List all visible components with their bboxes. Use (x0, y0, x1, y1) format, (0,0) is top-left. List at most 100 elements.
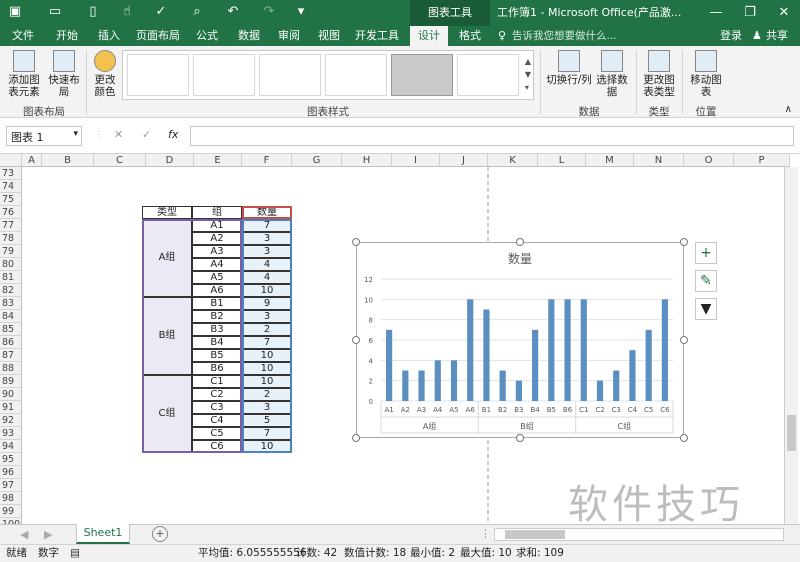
macro-record-icon[interactable]: ▤ (70, 545, 80, 562)
row-header[interactable]: 98 (0, 492, 22, 505)
row-header[interactable]: 74 (0, 180, 22, 193)
gallery-scroll-icon[interactable]: ▲ ▼ ▾ (525, 55, 531, 94)
formula-input[interactable] (190, 126, 794, 146)
quantity-cell[interactable]: 4 (242, 271, 292, 284)
row-header[interactable]: 77 (0, 219, 22, 232)
vertical-scrollbar[interactable] (784, 167, 798, 524)
scrollbar-thumb[interactable] (505, 530, 565, 539)
row-header[interactable]: 80 (0, 258, 22, 271)
row-header[interactable]: 83 (0, 297, 22, 310)
column-header[interactable]: C (94, 154, 146, 167)
row-header[interactable]: 97 (0, 479, 22, 492)
save-icon[interactable]: ▣ (4, 4, 26, 19)
tab-page-layout[interactable]: 页面布局 (134, 26, 182, 46)
row-header[interactable]: 92 (0, 414, 22, 427)
redo-icon[interactable]: ↷ (258, 4, 280, 19)
group-id-cell[interactable]: C6 (192, 440, 242, 453)
tab-developer[interactable]: 开发工具 (352, 26, 402, 46)
quantity-cell[interactable]: 10 (242, 284, 292, 297)
group-id-cell[interactable]: A3 (192, 245, 242, 258)
row-header[interactable]: 93 (0, 427, 22, 440)
column-header[interactable]: L (538, 154, 586, 167)
row-header[interactable]: 79 (0, 245, 22, 258)
row-header[interactable]: 95 (0, 453, 22, 466)
group-id-cell[interactable]: B3 (192, 323, 242, 336)
column-header[interactable]: A (22, 154, 42, 167)
table-header-cell[interactable]: 数量 (242, 206, 292, 219)
chart-style-4[interactable] (325, 54, 387, 96)
select-all-corner[interactable] (0, 154, 22, 167)
row-header[interactable]: 94 (0, 440, 22, 453)
tab-insert[interactable]: 插入 (92, 26, 126, 46)
add-sheet-button[interactable]: + (152, 526, 168, 542)
group-id-cell[interactable]: B4 (192, 336, 242, 349)
chart-style-6[interactable] (457, 54, 519, 96)
touch-mode-icon[interactable]: ☝ (116, 4, 138, 19)
quantity-cell[interactable]: 2 (242, 388, 292, 401)
column-header[interactable]: E (194, 154, 242, 167)
column-header[interactable]: D (146, 154, 194, 167)
change-chart-type-button[interactable]: 更改图表类型 (640, 50, 678, 98)
group-id-cell[interactable]: B5 (192, 349, 242, 362)
login-link[interactable]: 登录 (720, 26, 742, 46)
resize-handle[interactable] (680, 434, 688, 442)
next-sheet-icon[interactable]: ▶ (44, 528, 52, 541)
quantity-cell[interactable]: 7 (242, 427, 292, 440)
quantity-cell[interactable]: 3 (242, 310, 292, 323)
tab-review[interactable]: 审阅 (272, 26, 306, 46)
quantity-cell[interactable]: 10 (242, 349, 292, 362)
column-header[interactable]: G (292, 154, 342, 167)
column-header[interactable]: O (684, 154, 734, 167)
column-header[interactable]: K (488, 154, 538, 167)
column-header[interactable]: F (242, 154, 292, 167)
column-header[interactable]: P (734, 154, 790, 167)
scrollbar-thumb[interactable] (787, 415, 796, 451)
tab-split-icon[interactable]: ⋮ (480, 527, 491, 540)
quick-layout-button[interactable]: 快速布局 (44, 50, 84, 98)
tab-home[interactable]: 开始 (50, 26, 84, 46)
restore-button[interactable]: ❐ (734, 0, 766, 26)
select-data-button[interactable]: 选择数据 (592, 50, 632, 98)
row-header[interactable]: 88 (0, 362, 22, 375)
group-id-cell[interactable]: A1 (192, 219, 242, 232)
column-header[interactable]: J (440, 154, 488, 167)
table-header-cell[interactable]: 类型 (142, 206, 192, 219)
chevron-down-icon[interactable]: ▾ (73, 129, 78, 139)
group-cell[interactable]: B组 (142, 297, 192, 375)
new-icon[interactable]: ▯ (82, 4, 104, 19)
insert-function-icon[interactable]: fx (168, 128, 178, 141)
quantity-cell[interactable]: 5 (242, 414, 292, 427)
quantity-cell[interactable]: 7 (242, 219, 292, 232)
quantity-cell[interactable]: 3 (242, 401, 292, 414)
group-id-cell[interactable]: A6 (192, 284, 242, 297)
row-header[interactable]: 81 (0, 271, 22, 284)
group-cell[interactable]: C组 (142, 375, 192, 453)
resize-handle[interactable] (516, 434, 524, 442)
row-header[interactable]: 82 (0, 284, 22, 297)
cancel-icon[interactable]: ✕ (114, 128, 123, 141)
group-cell[interactable]: A组 (142, 219, 192, 297)
tab-format[interactable]: 格式 (452, 26, 488, 46)
undo-icon[interactable]: ↶ (222, 4, 244, 19)
chart-style-5[interactable] (391, 54, 453, 96)
resize-handle[interactable] (680, 238, 688, 246)
row-header[interactable]: 89 (0, 375, 22, 388)
chart-object[interactable]: 数量 0 2 4 6 8 10 12 A1 A2 A3 A4 A5 A6 B1 B2 B3 B4 B5 B6 C1 C2 C… (356, 242, 684, 438)
column-header[interactable]: M (586, 154, 634, 167)
resize-handle[interactable] (516, 238, 524, 246)
tab-data[interactable]: 数据 (232, 26, 266, 46)
resize-handle[interactable] (352, 434, 360, 442)
row-header[interactable]: 84 (0, 310, 22, 323)
spelling-icon[interactable]: ✓ (150, 4, 172, 19)
row-header[interactable]: 78 (0, 232, 22, 245)
enter-icon[interactable]: ✓ (142, 128, 151, 141)
group-id-cell[interactable]: C2 (192, 388, 242, 401)
collapse-ribbon-icon[interactable]: ∧ (785, 104, 792, 115)
group-id-cell[interactable]: B1 (192, 297, 242, 310)
tab-view[interactable]: 视图 (312, 26, 346, 46)
row-header[interactable]: 75 (0, 193, 22, 206)
chart-elements-button[interactable]: + (695, 242, 717, 264)
chart-filters-button[interactable]: ▼ (695, 298, 717, 320)
column-header[interactable]: N (634, 154, 684, 167)
row-header[interactable]: 85 (0, 323, 22, 336)
